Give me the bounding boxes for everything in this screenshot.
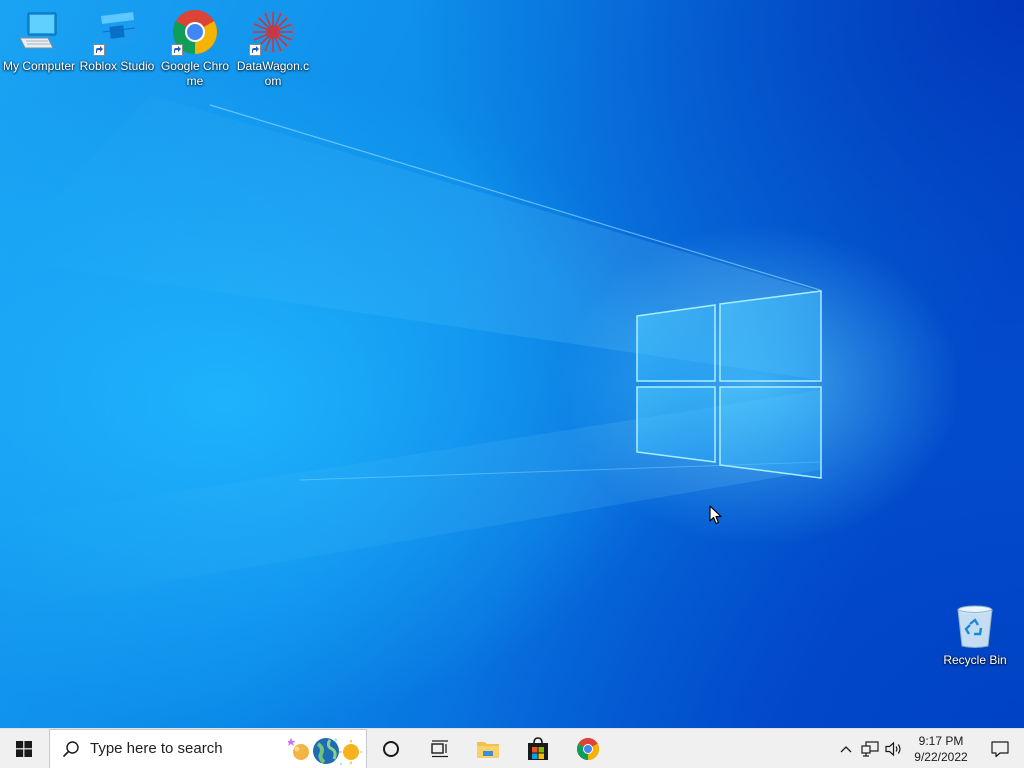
shortcut-arrow-icon [171, 44, 183, 56]
search-box[interactable]: Type here to search [49, 728, 367, 768]
desktop-icon-label: Recycle Bin [943, 653, 1007, 667]
action-center-icon [991, 741, 1009, 758]
windows-start-icon [16, 740, 32, 757]
desktop-icon-my-computer[interactable]: My Computer [0, 4, 78, 74]
chrome-icon [577, 737, 599, 760]
shortcut-arrow-icon [93, 44, 105, 56]
clock[interactable]: 9:17 PM 9/22/2022 [906, 733, 976, 765]
desktop: My Computer Roblox Studio Google Chrome … [0, 0, 1024, 768]
desktop-icon-label: Google Chrome [160, 59, 230, 88]
task-view-button[interactable] [415, 729, 463, 768]
taskbar-microsoft-store[interactable] [513, 729, 563, 768]
start-button[interactable] [0, 729, 48, 768]
computer-icon [15, 8, 63, 56]
desktop-icon-datawagon[interactable]: DataWagon.com [234, 4, 312, 89]
file-explorer-icon [477, 741, 499, 758]
cortana-button[interactable] [367, 729, 415, 768]
clock-time: 9:17 PM [918, 734, 964, 748]
desktop-icon-label: My Computer [2, 59, 76, 73]
desktop-icon-google-chrome[interactable]: Google Chrome [156, 4, 234, 89]
volume-button[interactable] [882, 729, 906, 768]
shortcut-arrow-icon [249, 44, 261, 56]
mouse-cursor-icon [709, 505, 722, 525]
taskbar-google-chrome[interactable] [563, 729, 613, 768]
clock-date: 9/22/2022 [914, 750, 968, 764]
desktop-icon-roblox-studio[interactable]: Roblox Studio [78, 4, 156, 74]
desktop-icon-label: Roblox Studio [79, 59, 155, 73]
task-view-icon [431, 739, 448, 757]
datawagon-icon [249, 8, 297, 56]
chrome-icon [171, 8, 219, 56]
show-hidden-icons-button[interactable] [834, 729, 858, 768]
network-icon [861, 741, 879, 757]
search-highlight-icon [288, 737, 362, 765]
action-center-button[interactable] [976, 729, 1024, 768]
network-button[interactable] [858, 729, 882, 768]
recycle-bin-icon [951, 602, 999, 650]
taskbar-file-explorer[interactable] [463, 729, 513, 768]
desktop-icon-recycle-bin[interactable]: Recycle Bin [936, 598, 1014, 668]
cortana-icon [383, 740, 399, 757]
taskbar: Type here to search 9:17 PM 9/22/2022 [0, 728, 1024, 768]
search-placeholder: Type here to search [90, 740, 223, 757]
search-icon [62, 740, 79, 757]
wallpaper [0, 0, 1024, 728]
system-tray: 9:17 PM 9/22/2022 [834, 729, 1024, 768]
roblox-studio-icon [93, 8, 141, 56]
desktop-icon-label: DataWagon.com [236, 59, 310, 88]
microsoft-store-icon [528, 736, 548, 760]
chevron-up-icon [840, 746, 852, 753]
volume-icon [885, 741, 901, 757]
